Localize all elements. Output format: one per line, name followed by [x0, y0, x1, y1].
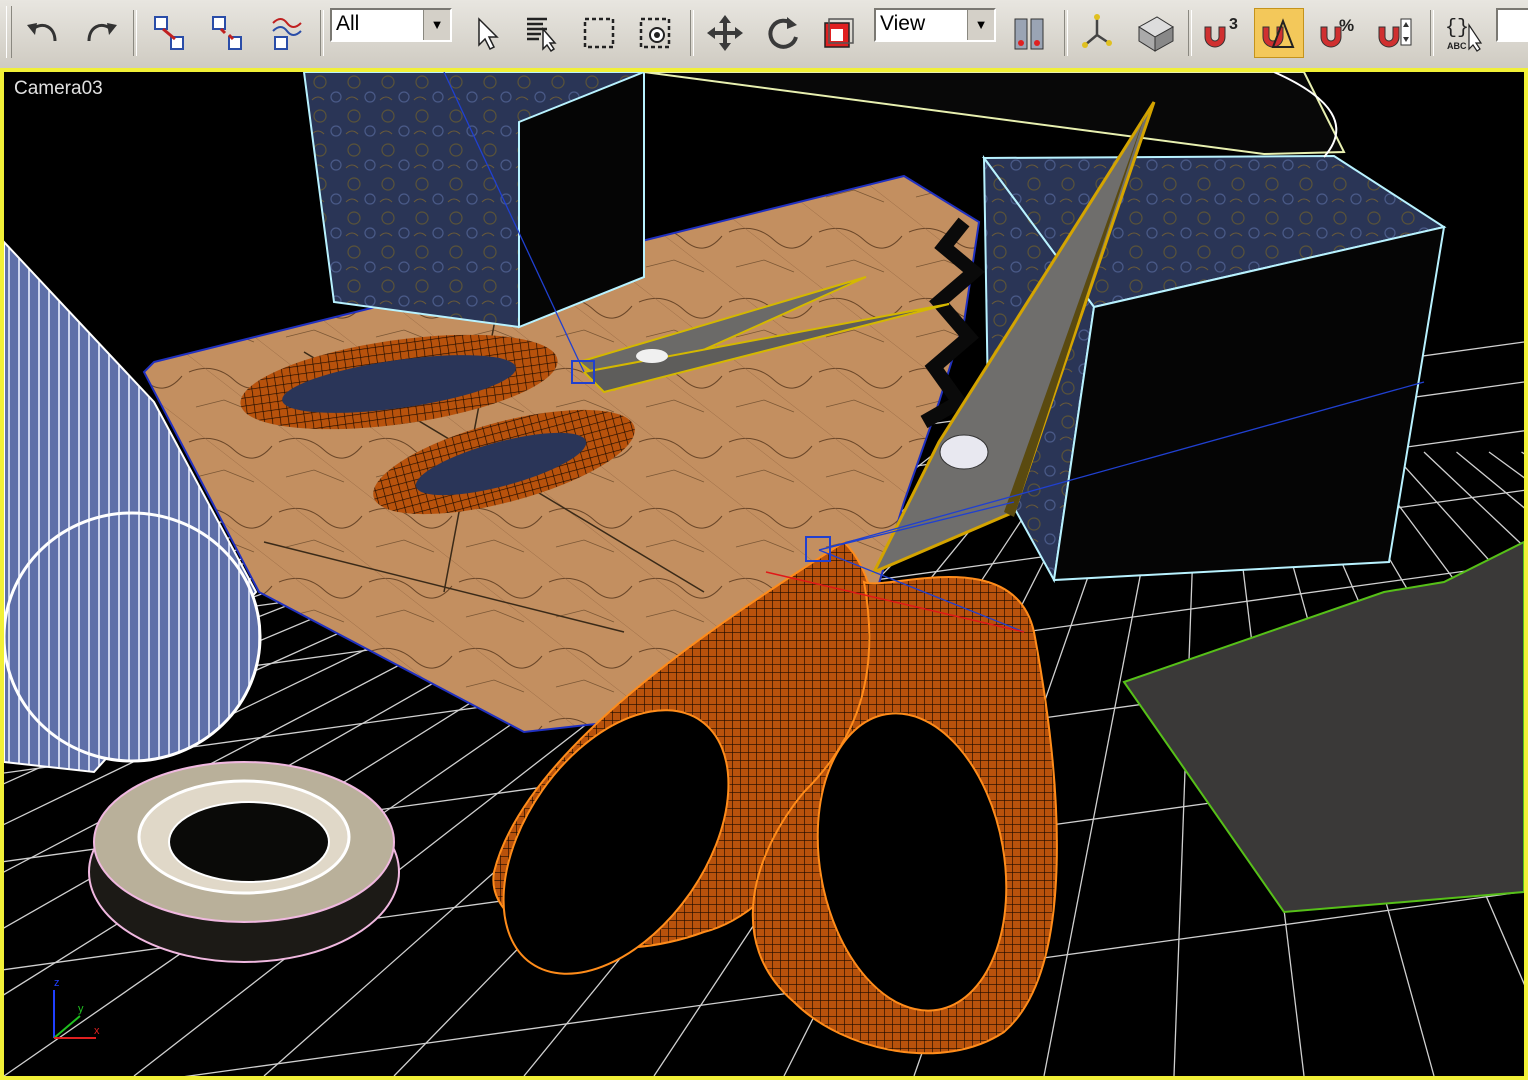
snaps-toggle-icon: 3: [1204, 16, 1238, 48]
chevron-down-icon[interactable]: ▼: [423, 10, 450, 40]
use-pivot-point-center-button[interactable]: [1004, 8, 1054, 58]
svg-text:{}: {}: [1445, 17, 1469, 40]
edit-named-selection-sets-button[interactable]: {} ABC: [1438, 8, 1488, 58]
select-object-icon: [478, 17, 499, 51]
select-and-rotate-icon: [768, 17, 798, 49]
undo-icon: [27, 23, 57, 42]
svg-text:z: z: [54, 977, 60, 989]
toolbar-separator: [690, 10, 694, 56]
toolbar-separator: [320, 10, 324, 56]
select-and-move-button[interactable]: [700, 8, 750, 58]
named-selection-set-field[interactable]: [1496, 8, 1528, 42]
selection-filter-value: All: [336, 12, 360, 35]
keyboard-shortcut-override-button[interactable]: [1130, 8, 1180, 58]
unlink-selection-icon: [212, 16, 242, 50]
tape-roll[interactable]: [88, 761, 400, 963]
svg-text:3: 3: [1229, 16, 1238, 33]
toolbar-separator: [1430, 10, 1434, 56]
redo-icon: [87, 23, 117, 42]
toolbar-grip[interactable]: [6, 6, 12, 58]
select-and-rotate-button[interactable]: [758, 8, 808, 58]
reference-coord-value: View: [880, 12, 926, 35]
keyboard-shortcut-override-icon: [1138, 16, 1174, 52]
snaps-toggle-button[interactable]: 3: [1196, 8, 1246, 58]
select-and-link-button[interactable]: [144, 8, 194, 58]
select-and-scale-button[interactable]: [814, 8, 864, 58]
svg-text:ABC: ABC: [1447, 41, 1467, 51]
undo-button[interactable]: [18, 8, 68, 58]
svg-text:x: x: [94, 1025, 100, 1037]
spinner-snap-toggle-icon: [1378, 18, 1412, 48]
redo-button[interactable]: [76, 8, 126, 58]
selection-filter-dropdown[interactable]: All ▼: [330, 8, 452, 42]
select-and-scale-icon: [824, 18, 854, 48]
toolbar-separator: [133, 10, 137, 56]
edit-named-selection-sets-icon: {}ABC: [1445, 17, 1483, 52]
svg-text:y: y: [78, 1003, 84, 1015]
percent-snap-toggle-icon: %: [1320, 16, 1354, 48]
bind-to-space-warp-button[interactable]: [262, 8, 312, 58]
window-crossing-icon: [639, 17, 671, 49]
select-by-name-button[interactable]: [516, 8, 566, 58]
spinner-snap-toggle-button[interactable]: [1370, 8, 1420, 58]
box-back[interactable]: [302, 72, 645, 329]
svg-text:%: %: [1339, 16, 1354, 35]
angle-snap-toggle-button[interactable]: [1254, 8, 1304, 58]
toolbar-separator: [1064, 10, 1068, 56]
top-right-cylinder[interactable]: [643, 72, 1346, 158]
toolbar-separator: [1188, 10, 1192, 56]
chevron-down-icon[interactable]: ▼: [967, 10, 994, 40]
rectangular-selection-button[interactable]: [574, 8, 624, 58]
viewport-label[interactable]: Camera03: [14, 78, 103, 100]
dark-paper-sheet[interactable]: [1122, 540, 1524, 914]
use-pivot-point-center-icon: [1014, 18, 1044, 50]
reference-coord-dropdown[interactable]: View ▼: [874, 8, 996, 42]
select-and-manipulate-icon: [1082, 14, 1112, 48]
select-and-move-icon: [707, 15, 743, 51]
main-toolbar: All ▼ View ▼ 3 % {} ABC: [0, 0, 1528, 69]
select-and-link-icon: [154, 16, 184, 50]
camera-viewport[interactable]: Camera03 z y x: [0, 68, 1528, 1080]
select-by-name-icon: [527, 17, 557, 53]
bind-to-space-warp-icon: [272, 18, 302, 50]
unlink-selection-button[interactable]: [202, 8, 252, 58]
percent-snap-toggle-button[interactable]: %: [1312, 8, 1362, 58]
scene-render: [4, 72, 1524, 1076]
window-crossing-button[interactable]: [630, 8, 680, 58]
angle-snap-toggle-icon: [1262, 18, 1295, 48]
rectangular-selection-icon: [583, 17, 615, 49]
axis-tripod-icon: z y x: [53, 977, 100, 1039]
select-object-button[interactable]: [460, 8, 510, 58]
select-and-manipulate-button[interactable]: [1072, 8, 1122, 58]
